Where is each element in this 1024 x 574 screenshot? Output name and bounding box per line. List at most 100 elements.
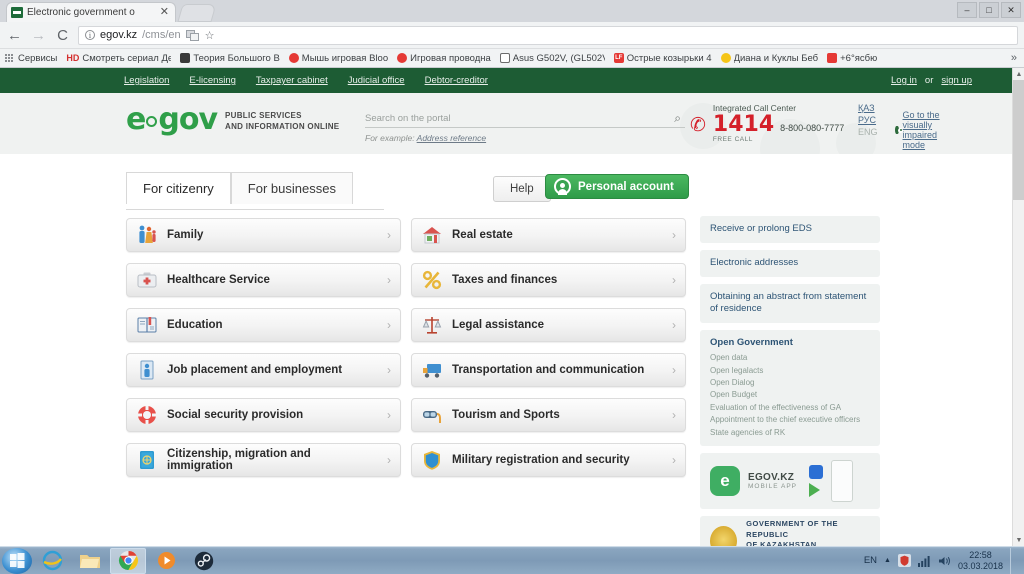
- back-icon[interactable]: ←: [6, 27, 23, 44]
- service-item-taxes[interactable]: Taxes and finances ›: [411, 263, 686, 297]
- nav-link-debtor-creditor[interactable]: Debtor-creditor: [425, 75, 488, 86]
- yellow-play-icon: [720, 53, 731, 63]
- scrollbar-thumb[interactable]: [1013, 80, 1024, 200]
- og-link-open-data[interactable]: Open data: [710, 352, 870, 364]
- bookmarks-overflow-button[interactable]: »: [1011, 52, 1019, 64]
- service-item-transportation[interactable]: Transportation and communication ›: [411, 353, 686, 387]
- minimize-button[interactable]: –: [957, 2, 977, 18]
- search-box[interactable]: Search on the portal ⌕: [365, 109, 685, 128]
- translate-icon[interactable]: [185, 29, 199, 41]
- search-icon[interactable]: ⌕: [674, 111, 681, 126]
- login-link[interactable]: Log in: [891, 75, 917, 86]
- close-window-button[interactable]: ✕: [1001, 2, 1021, 18]
- google-chrome-icon[interactable]: [110, 547, 146, 574]
- help-button[interactable]: Help: [493, 176, 551, 202]
- page-content: For citizenry For businesses Help Person…: [0, 154, 1012, 546]
- bookmark-item[interactable]: LF Острые козырьки 4: [613, 53, 712, 64]
- tab-for-citizenry[interactable]: For citizenry: [126, 172, 231, 204]
- google-play-icon[interactable]: [809, 482, 821, 497]
- tab-strip: Electronic government o ✕ – □ ✕: [0, 0, 1024, 22]
- logo-gov: gov: [158, 102, 218, 137]
- service-item-social-security[interactable]: Social security provision ›: [126, 398, 401, 432]
- file-explorer-icon[interactable]: [72, 548, 108, 574]
- og-link-open-dialog[interactable]: Open Dialog: [710, 377, 870, 389]
- mobile-app-banner[interactable]: e EGOV.KZ MOBILE APP: [700, 452, 880, 509]
- og-link-evaluation-ga[interactable]: Evaluation of the effectiveness of GA: [710, 402, 870, 414]
- bookmark-item[interactable]: Диана и Куклы Беб: [720, 53, 818, 64]
- bookmark-item[interactable]: Игровая проводна: [397, 53, 491, 64]
- page-scrollbar[interactable]: ▲ ▼: [1012, 68, 1024, 546]
- site-info-icon[interactable]: i: [85, 30, 95, 40]
- service-item-education[interactable]: Education ›: [126, 308, 401, 342]
- app-store-icon[interactable]: [809, 464, 824, 479]
- signup-link[interactable]: sign up: [941, 75, 972, 86]
- tab-for-businesses[interactable]: For businesses: [230, 172, 353, 204]
- og-link-state-agencies[interactable]: State agencies of RK: [710, 427, 870, 439]
- scroll-down-button[interactable]: ▼: [1013, 534, 1024, 546]
- network-signal-icon[interactable]: [917, 555, 931, 567]
- service-item-family[interactable]: Family ›: [126, 218, 401, 252]
- bookmark-item[interactable]: +6°ясбю: [827, 53, 877, 64]
- close-icon[interactable]: ✕: [158, 7, 171, 18]
- nav-link-judicial-office[interactable]: Judicial office: [348, 75, 405, 86]
- service-label: Taxes and finances: [452, 274, 558, 286]
- tray-overflow-chevron-icon[interactable]: ▲: [884, 557, 891, 564]
- og-link-open-legalacts[interactable]: Open legalacts: [710, 365, 870, 377]
- rail-item-eds[interactable]: Receive or prolong EDS: [700, 216, 880, 243]
- steam-icon[interactable]: [186, 548, 222, 574]
- volume-icon[interactable]: [938, 555, 951, 567]
- rail-item-electronic-addresses[interactable]: Electronic addresses: [700, 249, 880, 277]
- address-bar[interactable]: i egov.kz/cms/en ☆: [78, 25, 1018, 45]
- new-tab-button[interactable]: [177, 4, 217, 22]
- bookmark-item[interactable]: Asus G502V, (GL502V: [499, 53, 605, 64]
- service-item-military[interactable]: Military registration and security ›: [411, 443, 686, 477]
- media-player-icon[interactable]: [148, 548, 184, 574]
- service-item-healthcare[interactable]: Healthcare Service ›: [126, 263, 401, 297]
- start-orb-icon[interactable]: [2, 547, 32, 574]
- browser-tab[interactable]: Electronic government o ✕: [6, 2, 176, 22]
- og-link-appointment-chief-executives[interactable]: Appointment to the chief executive offic…: [710, 414, 870, 426]
- government-banner[interactable]: GOVERNMENT OF THE REPUBLIC OF KAZAKHSTAN…: [700, 515, 880, 546]
- bookmark-item[interactable]: Сервисы: [5, 53, 57, 64]
- lang-rus[interactable]: РУС: [858, 115, 878, 125]
- site-logo[interactable]: e gov PUBLIC SERVICES AND INFORMATION ONL…: [126, 105, 339, 135]
- service-item-tourism[interactable]: Tourism and Sports ›: [411, 398, 686, 432]
- search-example-link[interactable]: Address reference: [417, 133, 486, 143]
- nav-link-legislation[interactable]: Legislation: [124, 75, 169, 86]
- internet-explorer-icon[interactable]: [34, 548, 70, 574]
- reload-icon[interactable]: C: [54, 27, 71, 44]
- call-center-number[interactable]: 1414: [713, 113, 774, 136]
- bookmark-label: Мышь игровая Bloo: [301, 52, 389, 64]
- service-item-real-estate[interactable]: Real estate ›: [411, 218, 686, 252]
- apps-grid-icon: [5, 54, 15, 62]
- search-input[interactable]: Search on the portal: [365, 113, 674, 124]
- personal-account-button[interactable]: Personal account: [545, 174, 689, 199]
- bookmark-star-icon[interactable]: ☆: [205, 29, 215, 42]
- bookmark-item[interactable]: Теория Большого В: [180, 53, 280, 64]
- taskbar-clock[interactable]: 22:58 03.03.2018: [958, 550, 1003, 571]
- phone-icon: ✆: [690, 115, 706, 136]
- tray-language[interactable]: EN: [864, 555, 877, 566]
- service-item-citizenship[interactable]: Citizenship, migration and immigration ›: [126, 443, 401, 477]
- navigation-bar: ← → C i egov.kz/cms/en ☆: [0, 22, 1024, 49]
- chevron-right-icon: ›: [672, 408, 676, 422]
- nav-link-taxpayer-cabinet[interactable]: Taxpayer cabinet: [256, 75, 328, 86]
- lang-eng[interactable]: ENG: [858, 127, 878, 137]
- visually-impaired-link[interactable]: Go to the visually impaired mode: [903, 110, 945, 150]
- og-link-open-budget[interactable]: Open Budget: [710, 389, 870, 401]
- open-government-title[interactable]: Open Government: [710, 337, 870, 348]
- nav-link-elicensing[interactable]: E-licensing: [189, 75, 235, 86]
- service-item-legal-assistance[interactable]: Legal assistance ›: [411, 308, 686, 342]
- lang-kaz[interactable]: ҚАЗ: [858, 103, 878, 113]
- bookmark-item[interactable]: Мышь игровая Bloo: [288, 52, 389, 64]
- maximize-button[interactable]: □: [979, 2, 999, 18]
- forward-icon: →: [31, 26, 46, 44]
- bookmark-item[interactable]: HD Смотреть сериал Де: [66, 53, 171, 64]
- scroll-up-button[interactable]: ▲: [1013, 68, 1024, 80]
- service-item-job-placement[interactable]: Job placement and employment ›: [126, 353, 401, 387]
- antivirus-shield-icon[interactable]: [897, 554, 911, 567]
- services-column-right: Real estate › Taxes and finances › Legal…: [411, 218, 686, 477]
- rail-item-abstract-residence[interactable]: Obtaining an abstract from statement of …: [700, 283, 880, 324]
- chevron-right-icon: ›: [387, 408, 391, 422]
- show-desktop-button[interactable]: [1010, 547, 1018, 574]
